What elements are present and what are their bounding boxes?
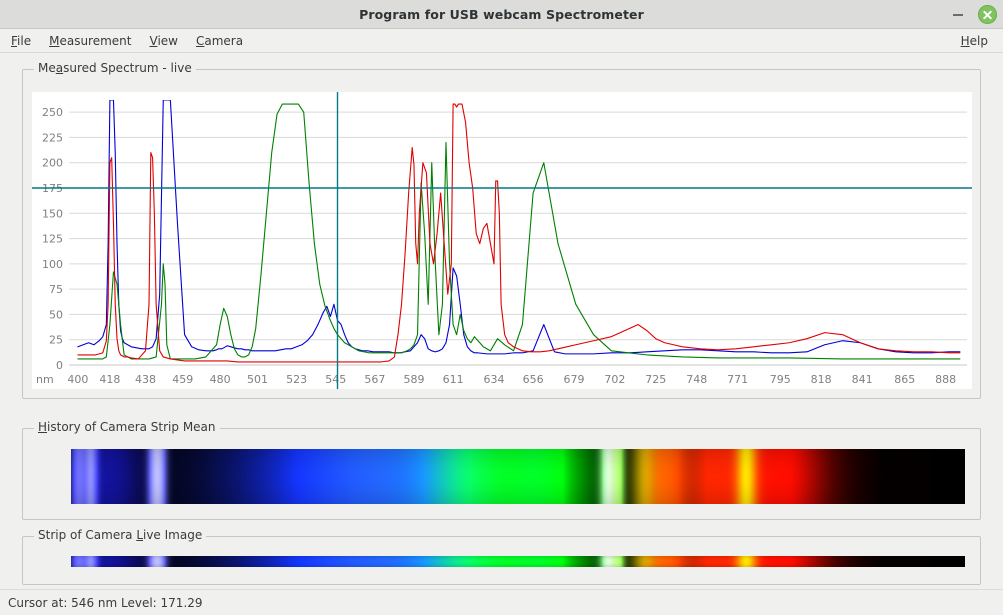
svg-text:75: 75 [49,283,63,296]
cursor-status-text: Cursor at: 546 nm Level: 171.29 [8,595,203,610]
svg-text:250: 250 [42,106,63,119]
minimize-button[interactable] [948,5,968,25]
svg-text:748: 748 [686,373,707,386]
history-strip-image [71,449,965,504]
history-strip-canvas [71,449,965,504]
svg-text:702: 702 [604,373,625,386]
history-strip-label: History of Camera Strip Mean [34,420,220,434]
live-strip-group: Strip of Camera Live Image [22,528,981,585]
svg-text:50: 50 [49,308,63,321]
svg-text:523: 523 [286,373,307,386]
history-strip-group: History of Camera Strip Mean [22,420,981,520]
svg-text:100: 100 [42,258,63,271]
live-strip-image [71,556,965,567]
spectrum-plot[interactable]: 0 25 50 75 100 125 150 175 200 225 250 nm 400 418 438 4… [32,92,972,389]
svg-text:480: 480 [210,373,231,386]
svg-text:545: 545 [325,373,346,386]
svg-text:225: 225 [42,131,63,144]
svg-text:nm: nm [36,373,54,386]
svg-text:25: 25 [49,334,63,347]
svg-text:841: 841 [852,373,873,386]
spectrum-plot-canvas[interactable]: 0255075100125150175200225250nm 400 418 438 4… [32,92,972,389]
menubar-separator [0,52,1003,53]
svg-text:438: 438 [135,373,156,386]
window-title: Program for USB webcam Spectrometer [359,6,644,22]
live-strip-canvas [71,556,965,567]
close-icon[interactable] [978,5,997,24]
svg-text:150: 150 [42,207,63,220]
svg-text:567: 567 [364,373,385,386]
measured-spectrum-group: Measured Spectrum - live 0 25 50 75 100 125 15… [22,61,981,399]
window-titlebar: Program for USB webcam Spectrometer [0,0,1003,29]
measured-spectrum-label: Measured Spectrum - live [34,61,196,75]
statusbar: Cursor at: 546 nm Level: 171.29 [0,589,1003,615]
svg-text:865: 865 [894,373,915,386]
window-controls [948,0,997,29]
svg-text:679: 679 [564,373,585,386]
svg-text:501: 501 [247,373,268,386]
svg-text:589: 589 [403,373,424,386]
svg-text:400: 400 [67,373,88,386]
svg-text:771: 771 [727,373,748,386]
svg-text:795: 795 [770,373,791,386]
menu-file[interactable]: File [2,32,40,50]
svg-text:818: 818 [811,373,832,386]
menu-help[interactable]: Help [952,32,997,50]
menu-measurement[interactable]: Measurement [40,32,140,50]
svg-text:459: 459 [172,373,193,386]
menu-camera[interactable]: Camera [187,32,252,50]
menu-view[interactable]: View [140,32,186,50]
menubar: File Measurement View Camera Help [0,29,1003,52]
svg-text:634: 634 [483,373,504,386]
live-strip-label: Strip of Camera Live Image [34,528,207,542]
svg-text:611: 611 [443,373,464,386]
svg-text:200: 200 [42,157,63,170]
svg-text:125: 125 [42,233,63,246]
svg-text:656: 656 [523,373,544,386]
svg-text:418: 418 [99,373,120,386]
svg-text:888: 888 [935,373,956,386]
svg-text:725: 725 [645,373,666,386]
svg-text:0: 0 [56,359,63,372]
